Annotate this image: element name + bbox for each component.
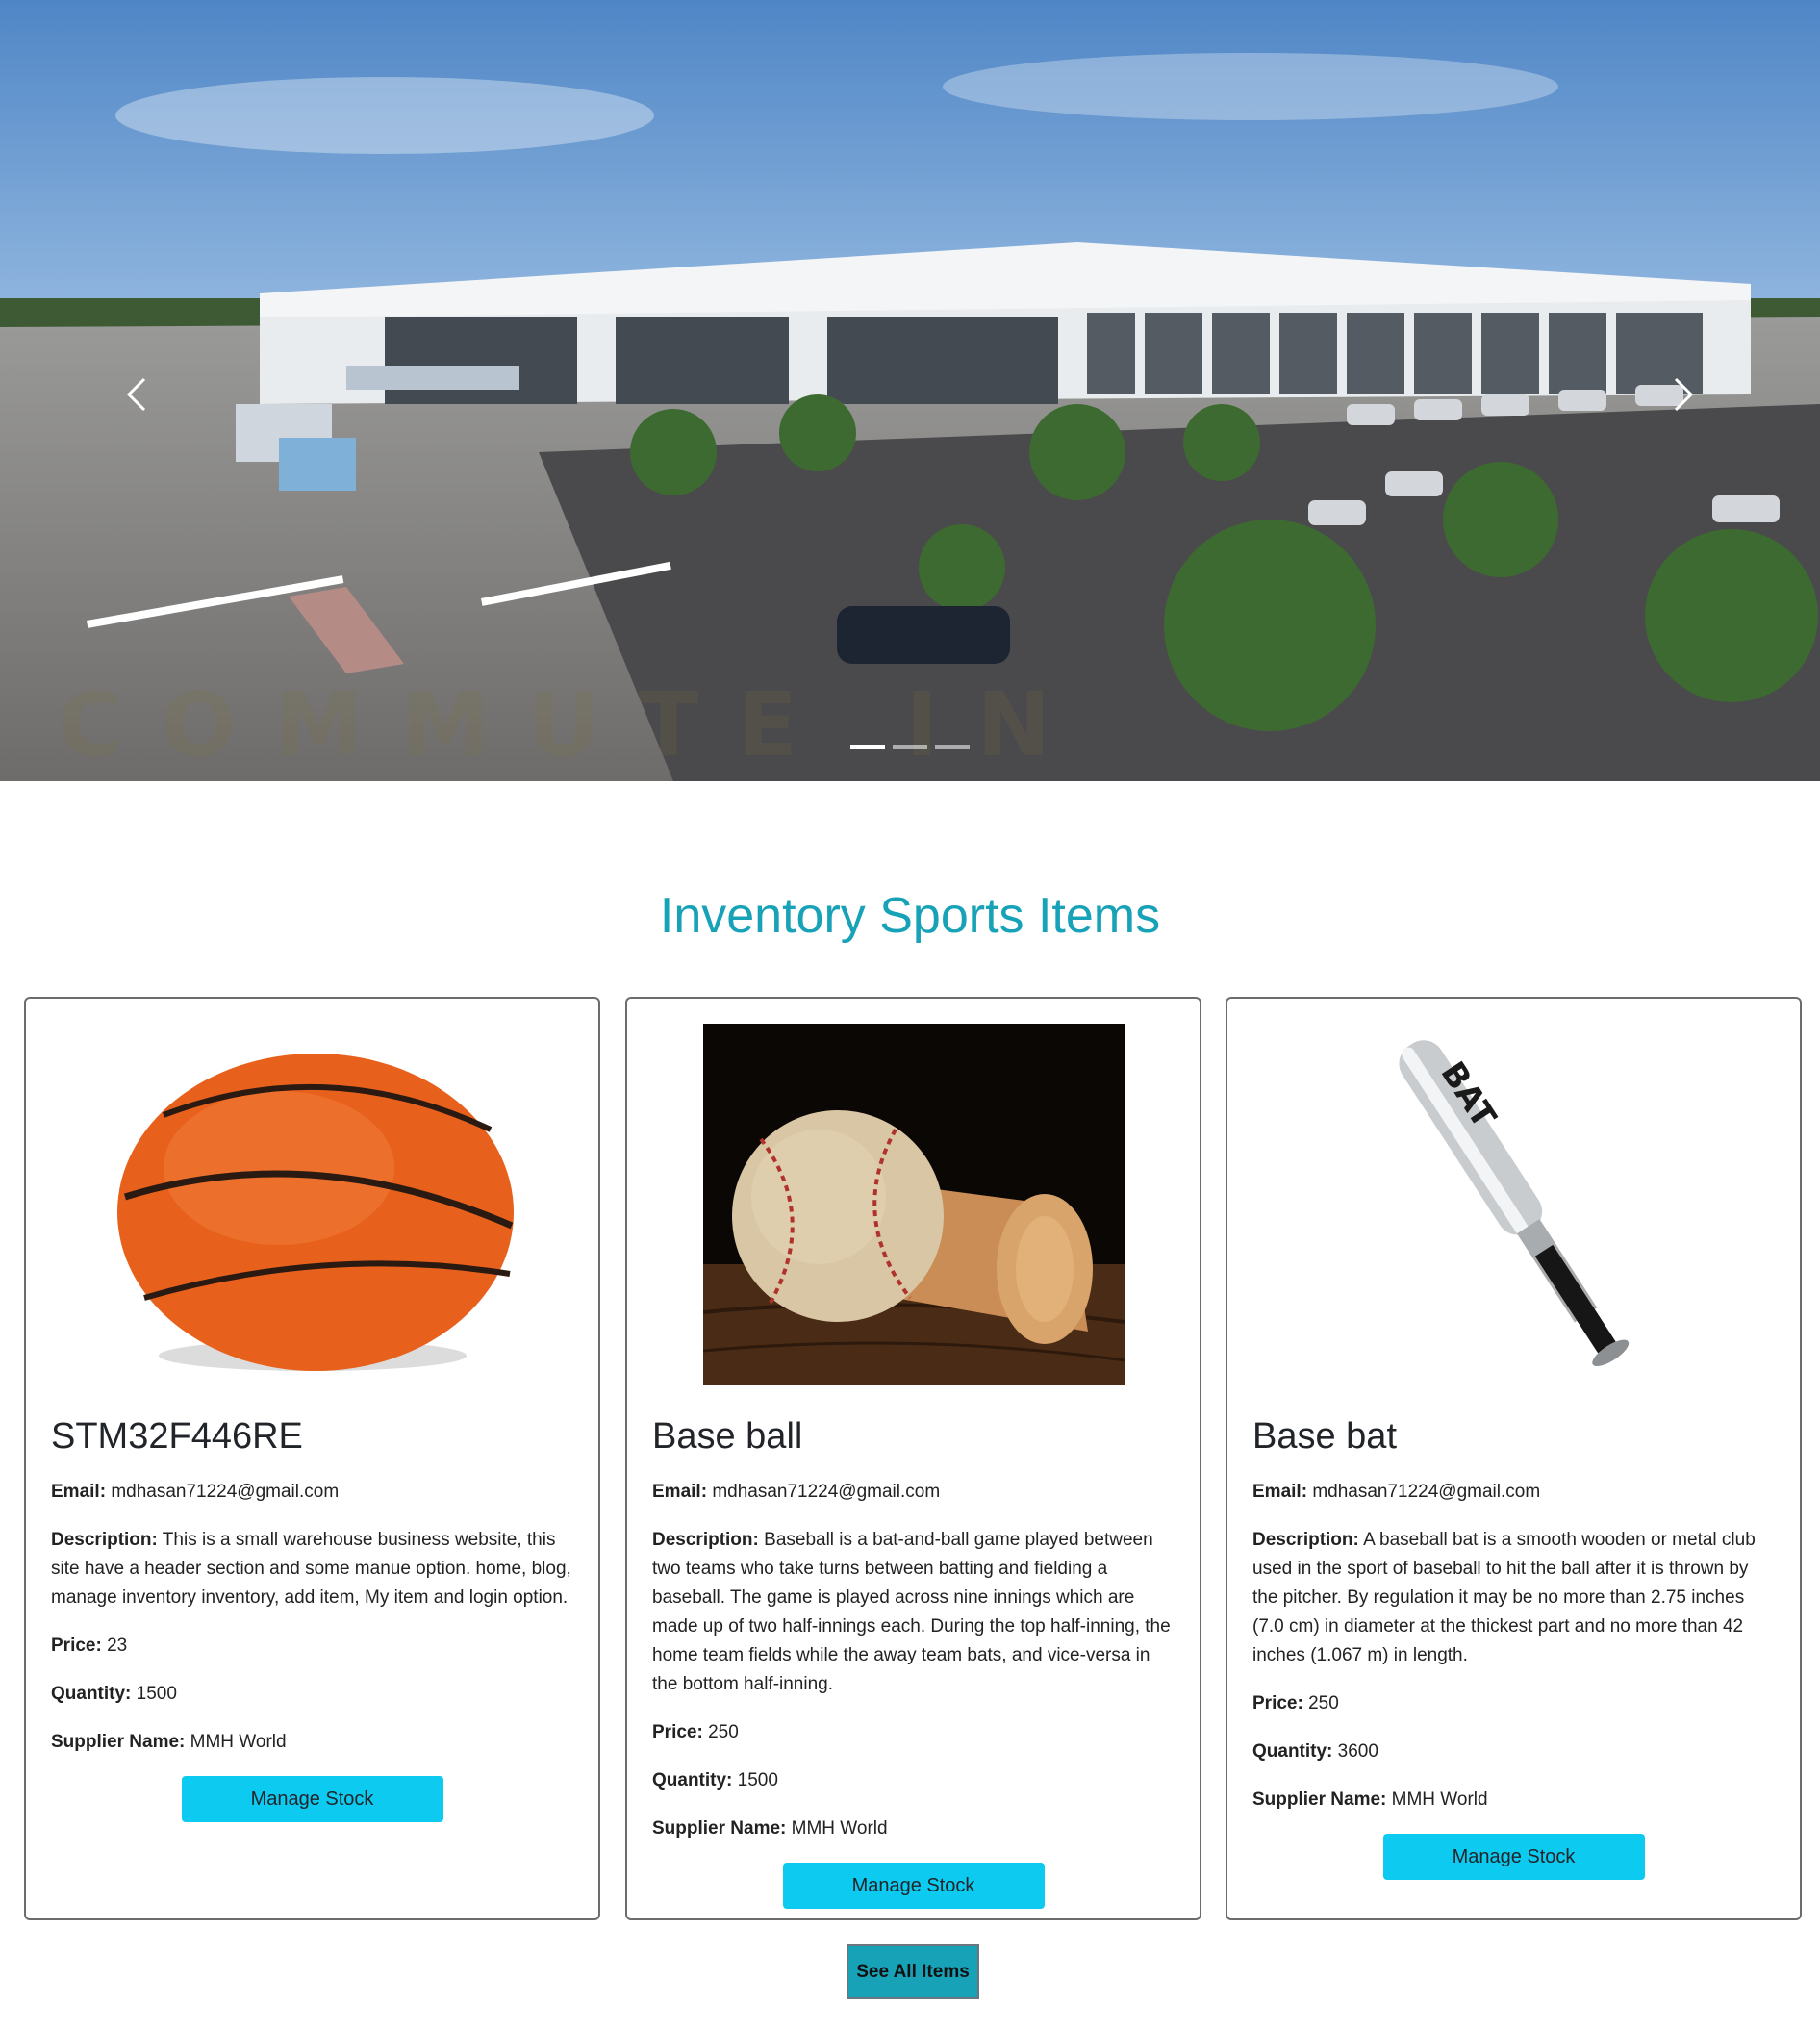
price-value: 250 [708, 1722, 739, 1742]
supplier-value: MMH World [1391, 1790, 1488, 1810]
item-quantity: Quantity: 1500 [51, 1680, 573, 1709]
supplier-label: Supplier Name: [1252, 1790, 1387, 1810]
email-label: Email: [51, 1482, 107, 1502]
item-card: Base ball Email: mdhasan71224@gmail.com … [625, 997, 1201, 1920]
price-value: 250 [1308, 1693, 1339, 1714]
manage-stock-button[interactable]: Manage Stock [1382, 1834, 1645, 1880]
item-price: Price: 250 [652, 1718, 1175, 1747]
baseball-bat-image: BAT [1302, 1024, 1725, 1385]
basketball-image [105, 1024, 519, 1385]
warehouse-hero-image [0, 0, 1820, 781]
item-card: BAT Base bat Email: mdhasan71224@gmail.c… [1226, 997, 1802, 1920]
supplier-label: Supplier Name: [652, 1818, 787, 1839]
price-label: Price: [652, 1722, 703, 1742]
email-value: mdhasan71224@gmail.com [712, 1482, 941, 1502]
item-card: STM32F446RE Email: mdhasan71224@gmail.co… [24, 997, 600, 1920]
description-label: Description: [1252, 1530, 1359, 1550]
inventory-cards: STM32F446RE Email: mdhasan71224@gmail.co… [24, 997, 1802, 1920]
section-title: Inventory Sports Items [659, 888, 1161, 944]
item-supplier: Supplier Name: MMH World [1252, 1786, 1775, 1815]
carousel-indicators [0, 745, 1820, 749]
quantity-value: 1500 [737, 1770, 778, 1790]
carousel-indicator-3[interactable] [935, 745, 970, 749]
email-value: mdhasan71224@gmail.com [111, 1482, 340, 1502]
baseball-image [702, 1024, 1125, 1385]
description-label: Description: [652, 1530, 759, 1550]
email-label: Email: [652, 1482, 708, 1502]
supplier-value: MMH World [190, 1732, 287, 1752]
see-all-items-button[interactable]: See All Items [847, 1944, 979, 1999]
item-supplier: Supplier Name: MMH World [652, 1815, 1175, 1843]
quantity-label: Quantity: [1252, 1741, 1333, 1762]
item-quantity: Quantity: 1500 [652, 1766, 1175, 1795]
description-label: Description: [51, 1530, 158, 1550]
item-email: Email: mdhasan71224@gmail.com [652, 1478, 1175, 1507]
chevron-left-icon [126, 377, 146, 412]
hero-carousel: COMMUTE IN [0, 0, 1820, 781]
item-email: Email: mdhasan71224@gmail.com [1252, 1478, 1775, 1507]
supplier-label: Supplier Name: [51, 1732, 186, 1752]
email-label: Email: [1252, 1482, 1308, 1502]
email-value: mdhasan71224@gmail.com [1312, 1482, 1541, 1502]
carousel-watermark: COMMUTE IN [58, 673, 1090, 776]
quantity-label: Quantity: [51, 1684, 132, 1704]
item-price: Price: 250 [1252, 1689, 1775, 1718]
price-label: Price: [51, 1636, 102, 1656]
item-description: Description: A baseball bat is a smooth … [1252, 1526, 1775, 1670]
item-quantity: Quantity: 3600 [1252, 1738, 1775, 1766]
manage-stock-button[interactable]: Manage Stock [782, 1863, 1045, 1909]
item-description: Description: This is a small warehouse b… [51, 1526, 573, 1612]
carousel-prev-button[interactable] [108, 366, 165, 423]
quantity-value: 1500 [136, 1684, 177, 1704]
item-price: Price: 23 [51, 1632, 573, 1661]
item-email: Email: mdhasan71224@gmail.com [51, 1478, 573, 1507]
price-label: Price: [1252, 1693, 1303, 1714]
item-name: Base ball [652, 1416, 803, 1457]
manage-stock-button[interactable]: Manage Stock [181, 1776, 443, 1822]
item-supplier: Supplier Name: MMH World [51, 1728, 573, 1757]
chevron-right-icon [1674, 377, 1694, 412]
description-value: A baseball bat is a smooth wooden or met… [1252, 1530, 1756, 1665]
quantity-value: 3600 [1337, 1741, 1378, 1762]
description-value: Baseball is a bat-and-ball game played b… [652, 1530, 1171, 1694]
item-description: Description: Baseball is a bat-and-ball … [652, 1526, 1175, 1699]
item-name: STM32F446RE [51, 1416, 303, 1457]
carousel-indicator-2[interactable] [893, 745, 927, 749]
item-name: Base bat [1252, 1416, 1397, 1457]
carousel-indicator-1[interactable] [850, 745, 885, 749]
quantity-label: Quantity: [652, 1770, 733, 1790]
price-value: 23 [107, 1636, 128, 1656]
supplier-value: MMH World [791, 1818, 888, 1839]
carousel-next-button[interactable] [1655, 366, 1712, 423]
